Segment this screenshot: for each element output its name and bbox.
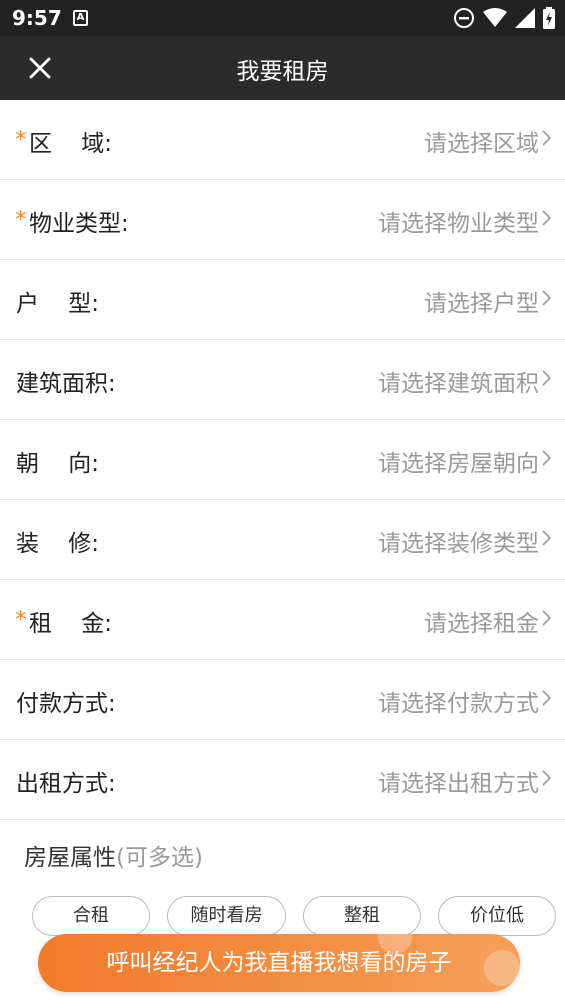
form-row-area[interactable]: * 区 域: 请选择区域 [0, 100, 565, 180]
call-agent-button[interactable]: 呼叫经纪人为我直播我想看的房子 [38, 934, 520, 992]
tag-shared-rent[interactable]: 合租 [32, 896, 150, 936]
call-agent-label: 呼叫经纪人为我直播我想看的房子 [106, 950, 452, 976]
required-mark: * [15, 207, 27, 233]
chevron-right-icon [542, 290, 551, 306]
row-label: 装 修: [16, 531, 99, 557]
tag-whole-rent[interactable]: 整租 [303, 896, 421, 936]
row-label: 朝 向: [16, 451, 99, 477]
form-row-payment-method[interactable]: 付款方式: 请选择付款方式 [0, 660, 565, 740]
battery-icon [543, 7, 555, 29]
form-row-decoration[interactable]: 装 修: 请选择装修类型 [0, 500, 565, 580]
wifi-icon [483, 8, 507, 27]
row-placeholder: 请选择装修类型 [378, 531, 539, 557]
row-placeholder: 请选择区域 [424, 131, 539, 157]
row-label: 区 域: [29, 131, 112, 157]
chevron-right-icon [542, 610, 551, 626]
nav-bar: 我要租房 [0, 36, 565, 100]
row-label: 建筑面积: [16, 371, 116, 397]
row-placeholder: 请选择户型 [424, 291, 539, 317]
status-time: 9:57 [12, 6, 62, 30]
row-placeholder: 请选择付款方式 [378, 691, 539, 717]
status-bar: 9:57 A [0, 0, 565, 36]
signal-icon [515, 8, 535, 28]
chevron-right-icon [542, 770, 551, 786]
row-placeholder: 请选择租金 [424, 611, 539, 637]
tag-low-price[interactable]: 价位低 [438, 896, 556, 936]
chevron-right-icon [542, 690, 551, 706]
row-label: 户 型: [16, 291, 99, 317]
attributes-hint: (可多选) [116, 845, 203, 871]
form-row-floor-area[interactable]: 建筑面积: 请选择建筑面积 [0, 340, 565, 420]
attribute-tags: 合租 随时看房 整租 价位低 [0, 896, 565, 936]
required-mark: * [15, 127, 27, 153]
row-label: 出租方式: [16, 771, 116, 797]
required-mark: * [15, 607, 27, 633]
form-row-rental-method[interactable]: 出租方式: 请选择出租方式 [0, 740, 565, 820]
chevron-right-icon [542, 450, 551, 466]
page-title: 我要租房 [236, 59, 329, 85]
form-row-property-type[interactable]: * 物业类型: 请选择物业类型 [0, 180, 565, 260]
chevron-right-icon [542, 210, 551, 226]
chevron-right-icon [542, 530, 551, 546]
form-row-rent[interactable]: * 租 金: 请选择租金 [0, 580, 565, 660]
rent-form: * 区 域: 请选择区域 * 物业类型: 请选择物业类型 户 型: 请选择户型 … [0, 100, 565, 820]
row-placeholder: 请选择建筑面积 [378, 371, 539, 397]
row-placeholder: 请选择房屋朝向 [378, 451, 539, 477]
status-icons [453, 7, 555, 29]
form-row-layout[interactable]: 户 型: 请选择户型 [0, 260, 565, 340]
dnd-icon [454, 8, 474, 28]
chevron-right-icon [542, 370, 551, 386]
row-label: 物业类型: [29, 211, 129, 237]
form-row-orientation[interactable]: 朝 向: 请选择房屋朝向 [0, 420, 565, 500]
tag-view-anytime[interactable]: 随时看房 [167, 896, 286, 936]
chevron-right-icon [542, 130, 551, 146]
row-placeholder: 请选择出租方式 [378, 771, 539, 797]
attributes-title-text: 房屋属性 [24, 845, 116, 871]
decor-bubble [484, 950, 520, 986]
row-label: 付款方式: [16, 691, 116, 717]
row-label: 租 金: [29, 611, 112, 637]
attributes-title: 房屋属性(可多选) [24, 838, 203, 872]
row-placeholder: 请选择物业类型 [378, 211, 539, 237]
notification-badge: A [73, 10, 88, 26]
